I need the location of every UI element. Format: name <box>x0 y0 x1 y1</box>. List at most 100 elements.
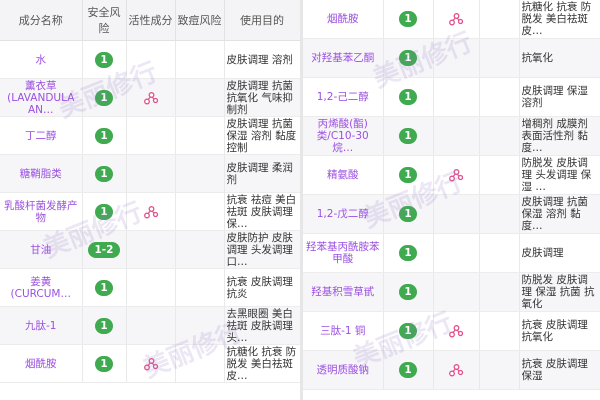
table-row[interactable]: 烟酰胺 1 抗糖化 抗衰 防脱发 美白祛斑 皮… <box>303 0 600 39</box>
ingredient-name[interactable]: 糖鞘脂类 <box>0 154 83 193</box>
active-molecule-icon <box>448 11 464 27</box>
active-molecule-icon <box>448 362 464 378</box>
safety-risk-cell: 1 <box>82 192 127 231</box>
table-row[interactable]: 九肽-1 1 去黑眼圈 美白祛斑 皮肤调理 头… <box>0 306 300 345</box>
table-row[interactable]: 1,2-戊二醇 1 皮肤调理 抗菌 保湿 溶剂 黏度… <box>303 194 600 234</box>
usage-purpose-text: 抗衰 皮肤调理 抗氧化 <box>521 319 588 343</box>
table-row[interactable]: 乳酸杆菌发酵产物 1 抗衰 祛痘 美白祛斑 皮肤调理 保… <box>0 192 300 231</box>
table-row[interactable]: 丁二醇 1 皮肤调理 抗菌 保湿 溶剂 黏度控制 <box>0 116 300 155</box>
table-row[interactable]: 1,2-己二醇 1 皮肤调理 保湿 溶剂 <box>303 77 600 117</box>
safety-risk-cell: 1 <box>383 311 434 351</box>
active-molecule-icon <box>448 167 464 183</box>
active-ingredient-cell <box>433 155 480 195</box>
usage-purpose-cell: 防脱发 皮肤调理 保湿 抗菌 抗氧化 <box>519 272 600 312</box>
usage-purpose-cell: 皮肤调理 柔润剂 <box>224 154 300 193</box>
table-row[interactable]: 对羟基苯乙酮 1 抗氧化 <box>303 38 600 78</box>
header-purpose: 使用目的 <box>224 0 300 41</box>
usage-purpose-cell: 防脱发 皮肤调理 头发调理 保湿 … <box>519 155 600 195</box>
acne-risk-cell <box>175 40 225 79</box>
ingredient-table-left: 成分名称 安全风险 活性成分 致痘风险 使用目的 水 1 皮肤调理 溶剂 薰衣草(LA… <box>0 0 300 400</box>
safety-risk-cell: 1 <box>82 344 127 383</box>
safety-risk-cell: 1 <box>383 350 434 390</box>
safety-risk-cell: 1-2 <box>82 230 127 269</box>
ingredient-name[interactable]: 丙烯酸(酯)类/C10-30 烷… <box>303 116 384 156</box>
risk-badge: 1 <box>399 11 417 27</box>
acne-risk-cell <box>479 311 520 351</box>
ingredient-name[interactable]: 甘油 <box>0 230 83 269</box>
ingredient-name[interactable]: 羟基积雪草甙 <box>303 272 384 312</box>
usage-purpose-cell: 皮肤调理 抗菌 抗氧化 气味抑制剂 <box>224 78 300 117</box>
safety-risk-cell: 1 <box>82 268 127 307</box>
ingredient-name[interactable]: 乳酸杆菌发酵产物 <box>0 192 83 231</box>
usage-purpose-cell: 皮肤调理 <box>519 233 600 273</box>
table-row[interactable]: 甘油 1-2 皮肤防护 皮肤调理 头发调理 口… <box>0 230 300 269</box>
usage-purpose-cell: 抗衰 皮肤调理 抗炎 <box>224 268 300 307</box>
active-ingredient-cell <box>433 350 480 390</box>
acne-risk-cell <box>175 230 225 269</box>
acne-risk-cell <box>175 268 225 307</box>
usage-purpose-text: 防脱发 皮肤调理 头发调理 保湿 … <box>521 157 592 193</box>
usage-purpose-cell: 增稠剂 成膜剂 表面活性剂 黏度… <box>519 116 600 156</box>
acne-risk-cell <box>479 350 520 390</box>
usage-purpose-cell: 抗衰 祛痘 美白祛斑 皮肤调理 保… <box>224 192 300 231</box>
table-row[interactable]: 水 1 皮肤调理 溶剂 <box>0 40 300 79</box>
usage-purpose-text: 皮肤调理 <box>521 247 564 259</box>
acne-risk-cell <box>175 78 225 117</box>
risk-badge: 1 <box>95 127 113 144</box>
ingredient-name[interactable]: 烟酰胺 <box>303 0 384 39</box>
usage-purpose-text: 抗衰 祛痘 美白祛斑 皮肤调理 保… <box>226 193 297 230</box>
active-ingredient-cell <box>433 233 480 273</box>
ingredient-name[interactable]: 对羟基苯乙酮 <box>303 38 384 78</box>
table-row[interactable]: 精氨酸 1 防脱发 皮肤调理 头发调理 保湿 … <box>303 155 600 195</box>
risk-badge: 1 <box>399 245 417 261</box>
risk-badge: 1 <box>95 89 113 106</box>
active-ingredient-cell <box>126 116 176 155</box>
ingredient-name[interactable]: 精氨酸 <box>303 155 384 195</box>
usage-purpose-cell: 皮肤调理 抗菌 保湿 溶剂 黏度… <box>519 194 600 234</box>
table-row[interactable]: 丙烯酸(酯)类/C10-30 烷… 1 增稠剂 成膜剂 表面活性剂 黏度… <box>303 116 600 156</box>
active-ingredient-cell <box>126 154 176 193</box>
ingredient-name[interactable]: 1,2-戊二醇 <box>303 194 384 234</box>
risk-badge: 1 <box>399 362 417 378</box>
ingredient-name[interactable]: 三肽-1 铜 <box>303 311 384 351</box>
active-molecule-icon <box>143 356 159 372</box>
usage-purpose-text: 防脱发 皮肤调理 保湿 抗菌 抗氧化 <box>521 274 595 310</box>
acne-risk-cell <box>479 272 520 312</box>
header-safety: 安全风险 <box>82 0 127 41</box>
safety-risk-cell: 1 <box>82 154 127 193</box>
acne-risk-cell <box>175 154 225 193</box>
ingredient-name[interactable]: 水 <box>0 40 83 79</box>
ingredient-name[interactable]: 1,2-己二醇 <box>303 77 384 117</box>
acne-risk-cell <box>479 155 520 195</box>
active-ingredient-cell <box>126 344 176 383</box>
active-molecule-icon <box>143 204 159 220</box>
usage-purpose-text: 抗氧化 <box>521 52 554 64</box>
usage-purpose-text: 皮肤调理 保湿 溶剂 <box>521 85 588 109</box>
risk-badge: 1 <box>399 89 417 105</box>
safety-risk-cell: 1 <box>383 77 434 117</box>
safety-risk-cell: 1 <box>383 233 434 273</box>
ingredient-name[interactable]: 薰衣草(LAVANDULA AN… <box>0 78 83 117</box>
table-row[interactable]: 薰衣草(LAVANDULA AN… 1 皮肤调理 抗菌 抗氧化 气味抑制剂 <box>0 78 300 117</box>
table-row[interactable]: 糖鞘脂类 1 皮肤调理 柔润剂 <box>0 154 300 193</box>
ingredient-name[interactable]: 姜黄(CURCUM… <box>0 268 83 307</box>
ingredient-name[interactable]: 丁二醇 <box>0 116 83 155</box>
table-row[interactable]: 羟苯基丙酰胺苯甲酸 1 皮肤调理 <box>303 233 600 273</box>
active-ingredient-cell <box>126 192 176 231</box>
table-row[interactable]: 三肽-1 铜 1 抗衰 皮肤调理 抗氧化 <box>303 311 600 351</box>
table-row[interactable]: 姜黄(CURCUM… 1 抗衰 皮肤调理 抗炎 <box>0 268 300 307</box>
ingredient-name[interactable]: 透明质酸钠 <box>303 350 384 390</box>
active-ingredient-cell <box>126 78 176 117</box>
ingredient-name[interactable]: 九肽-1 <box>0 306 83 345</box>
ingredient-name[interactable]: 羟苯基丙酰胺苯甲酸 <box>303 233 384 273</box>
ingredient-name[interactable]: 烟酰胺 <box>0 344 83 383</box>
table-header-row: 成分名称 安全风险 活性成分 致痘风险 使用目的 <box>0 0 300 41</box>
safety-risk-cell: 1 <box>383 155 434 195</box>
table-row[interactable]: 烟酰胺 1 抗糖化 抗衰 防脱发 美白祛斑 皮… <box>0 344 300 383</box>
safety-risk-cell: 1 <box>383 272 434 312</box>
risk-badge: 1 <box>95 279 113 296</box>
usage-purpose-cell: 皮肤调理 保湿 溶剂 <box>519 77 600 117</box>
acne-risk-cell <box>479 116 520 156</box>
table-row[interactable]: 透明质酸钠 1 抗衰 皮肤调理 保湿 <box>303 350 600 390</box>
table-row[interactable]: 羟基积雪草甙 1 防脱发 皮肤调理 保湿 抗菌 抗氧化 <box>303 272 600 312</box>
